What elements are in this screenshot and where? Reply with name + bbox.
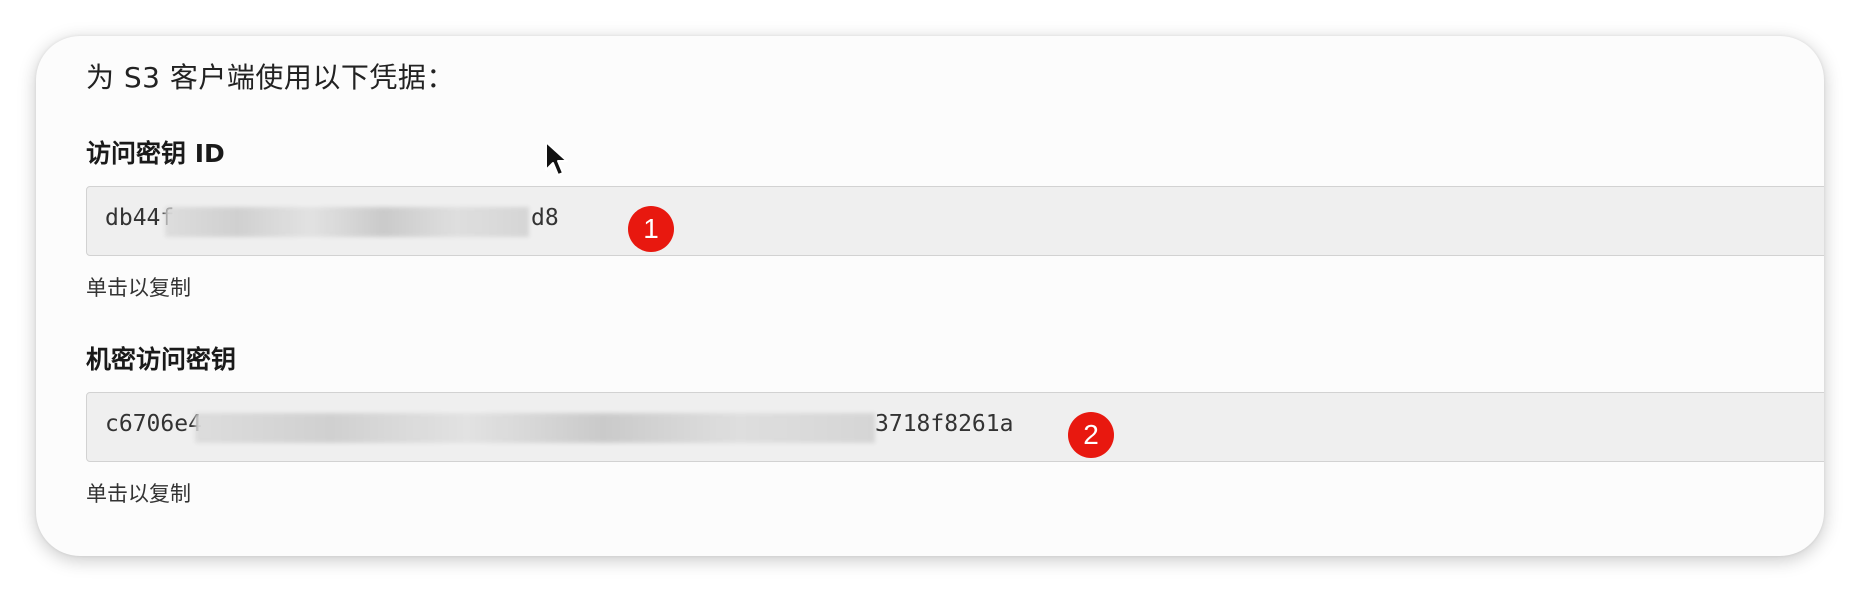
access-key-value-prefix: db44f: [105, 205, 175, 231]
secret-key-field[interactable]: c6706e4 3718f8261a: [86, 392, 1824, 462]
annotation-marker-2: 2: [1068, 412, 1114, 458]
credentials-card: 为 S3 客户端使用以下凭据： 访问密钥 ID db44f d8 单击以复制 机…: [36, 36, 1824, 556]
secret-key-copy-hint: 单击以复制: [86, 482, 191, 506]
access-key-copy-hint: 单击以复制: [86, 276, 191, 300]
secret-key-label: 机密访问密钥: [86, 345, 237, 374]
credentials-intro: 为 S3 客户端使用以下凭据：: [86, 61, 455, 94]
access-key-value-suffix: d8: [531, 205, 559, 231]
annotation-marker-1: 1: [628, 206, 674, 252]
secret-key-value-suffix: 3718f8261a: [875, 411, 1014, 437]
access-key-label: 访问密钥 ID: [86, 139, 225, 168]
secret-key-redaction: [195, 413, 875, 443]
arrow-cursor-icon: [545, 141, 568, 176]
access-key-field[interactable]: db44f d8: [86, 186, 1824, 256]
secret-key-value-prefix: c6706e4: [105, 411, 202, 437]
access-key-redaction: [165, 207, 529, 237]
